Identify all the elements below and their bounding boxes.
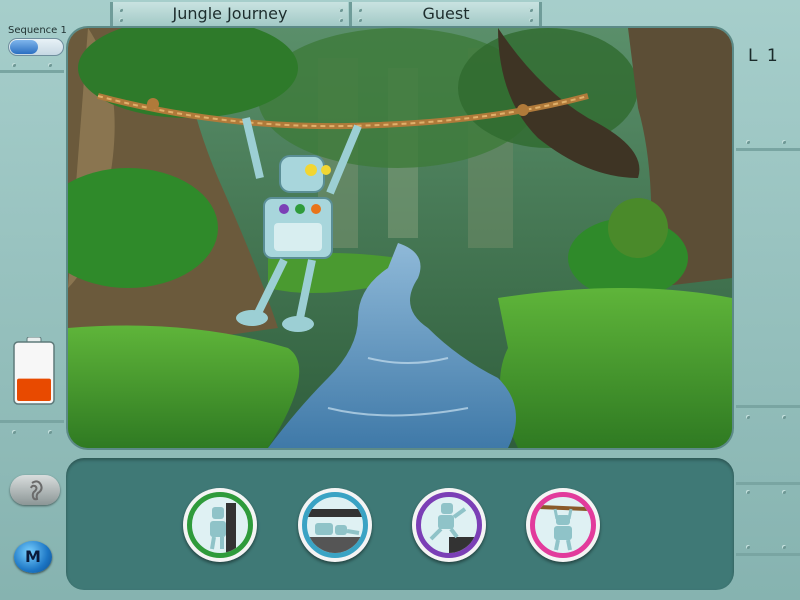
jungle-scene xyxy=(68,28,732,448)
battery-meter xyxy=(13,336,55,405)
frame-bar xyxy=(0,420,64,423)
rivet xyxy=(782,490,786,494)
top-divider xyxy=(110,2,113,28)
game-title: Jungle Journey xyxy=(112,2,348,26)
top-bar: Jungle Journey Guest xyxy=(0,0,800,28)
frame-bar xyxy=(0,70,64,73)
choice-ring xyxy=(416,492,482,558)
frame-bar xyxy=(736,148,800,151)
sequence-label: Sequence 1 xyxy=(8,25,67,36)
level-indicator: L 1 xyxy=(748,46,780,66)
rivet xyxy=(782,415,786,419)
rivet xyxy=(746,490,750,494)
choice-ring xyxy=(302,492,368,558)
menu-button-label: M xyxy=(25,547,41,566)
top-divider xyxy=(349,2,352,28)
frame-bar xyxy=(736,405,800,408)
rivet xyxy=(48,63,52,67)
jungle-illustration xyxy=(68,28,732,448)
rivet xyxy=(358,18,362,22)
rivet xyxy=(12,63,16,67)
frame-bar xyxy=(736,553,800,556)
menu-button[interactable]: M xyxy=(14,541,52,573)
rivet xyxy=(339,18,343,22)
rivet xyxy=(782,545,786,549)
listen-button[interactable] xyxy=(10,475,60,505)
robot-lying-tunnel-icon xyxy=(307,509,363,553)
rivet xyxy=(119,8,123,12)
action-panel xyxy=(66,458,734,590)
frame-bar xyxy=(736,482,800,485)
sequence-toggle[interactable] xyxy=(8,38,64,56)
rivet xyxy=(12,430,16,434)
robot-hanging-rope-icon xyxy=(538,505,588,551)
rivet xyxy=(746,415,750,419)
battery-icon xyxy=(13,336,55,405)
choice-robot-crawling[interactable] xyxy=(298,488,372,562)
rivet xyxy=(746,545,750,549)
game-frame: Jungle Journey Guest Sequence 1 L 1 M xyxy=(0,0,800,600)
choice-robot-hanging[interactable] xyxy=(526,488,600,562)
sequence-toggle-knob xyxy=(10,40,38,54)
battery-fill xyxy=(17,378,51,401)
rivet xyxy=(529,18,533,22)
choice-ring xyxy=(187,492,253,558)
rivet xyxy=(746,140,750,144)
rivet xyxy=(119,18,123,22)
robot-jumping-step-icon xyxy=(429,503,477,553)
rivet xyxy=(358,8,362,12)
choice-robot-jumping[interactable] xyxy=(412,488,486,562)
rivet xyxy=(339,8,343,12)
ear-icon xyxy=(30,480,43,501)
top-divider xyxy=(539,2,542,28)
rivet xyxy=(782,140,786,144)
choice-robot-standing[interactable] xyxy=(183,488,257,562)
user-name: Guest xyxy=(352,2,540,26)
choice-ring xyxy=(530,492,596,558)
rivet xyxy=(529,8,533,12)
robot-standing-wall-icon xyxy=(210,503,236,553)
rivet xyxy=(48,430,52,434)
